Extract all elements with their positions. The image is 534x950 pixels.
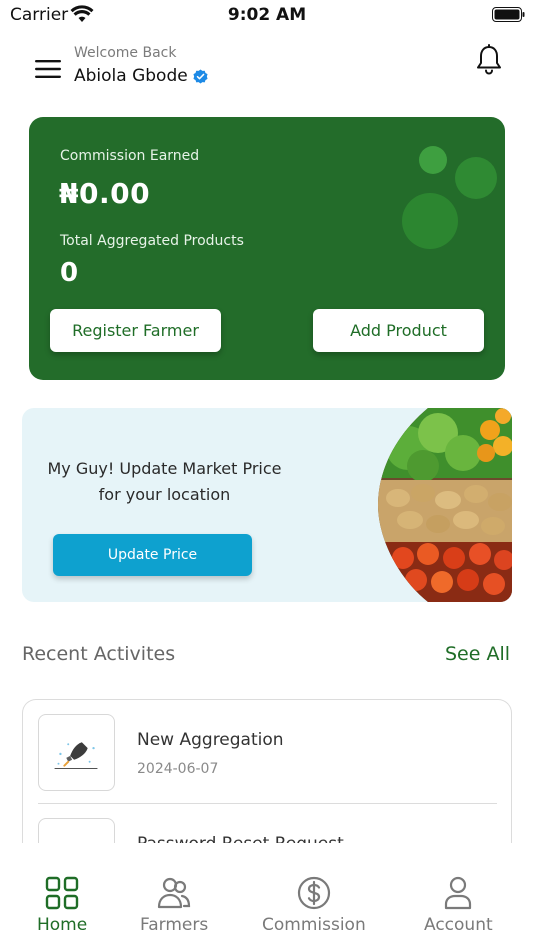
decorative-circle xyxy=(402,193,458,249)
nav-label-account: Account xyxy=(424,915,493,935)
nav-item-farmers[interactable]: Farmers xyxy=(140,875,208,935)
battery-icon xyxy=(492,7,525,22)
add-product-button[interactable]: Add Product xyxy=(313,309,484,352)
update-price-button[interactable]: Update Price xyxy=(53,534,252,576)
list-item[interactable]: New Aggregation 2024-06-07 xyxy=(23,700,511,804)
nav-item-home[interactable]: Home xyxy=(37,875,87,935)
home-grid-icon xyxy=(45,876,79,910)
menu-icon[interactable] xyxy=(34,58,62,80)
rocket-icon xyxy=(39,819,114,844)
nav-label-home: Home xyxy=(37,915,88,935)
activity-date: 2024-06-07 xyxy=(137,761,219,777)
nav-label-commission: Commission xyxy=(262,915,366,935)
bell-icon[interactable] xyxy=(475,44,503,76)
market-price-banner: My Guy! Update Market Price for your loc… xyxy=(22,408,512,602)
activity-title: New Aggregation xyxy=(137,730,284,750)
nav-item-account[interactable]: Account xyxy=(424,875,493,935)
nav-label-farmers: Farmers xyxy=(140,915,209,935)
activity-thumbnail xyxy=(38,714,115,791)
user-name: Abiola Gbode xyxy=(74,66,188,86)
commission-value: ₦0.00 xyxy=(59,177,151,210)
aggregated-products-label: Total Aggregated Products xyxy=(60,233,244,249)
decorative-circle xyxy=(419,146,447,174)
nav-item-commission[interactable]: Commission xyxy=(262,875,366,935)
recent-activities-title: Recent Activites xyxy=(22,643,176,665)
clock: 9:02 AM xyxy=(227,5,307,25)
commission-card: Commission Earned ₦0.00 Total Aggregated… xyxy=(29,117,505,380)
banner-message-line1: My Guy! Update Market Price xyxy=(47,459,282,478)
banner-message-line2: for your location xyxy=(98,485,231,504)
commission-label: Commission Earned xyxy=(60,148,200,164)
account-icon xyxy=(445,876,472,910)
activity-list: New Aggregation 2024-06-07 Password Rese… xyxy=(22,699,512,844)
rocket-icon xyxy=(54,742,98,770)
activity-thumbnail xyxy=(38,818,115,844)
list-item[interactable]: Password Reset Request xyxy=(23,804,511,844)
bottom-nav: Home Farmers Commission Account xyxy=(0,843,534,950)
register-farmer-button[interactable]: Register Farmer xyxy=(50,309,221,352)
see-all-link[interactable]: See All xyxy=(445,643,510,665)
dollar-icon xyxy=(297,876,330,910)
vegetable-market-image xyxy=(378,408,512,602)
welcome-text: Welcome Back xyxy=(74,45,177,61)
status-bar: Carrier 9:02 AM xyxy=(0,0,534,32)
banner-message: My Guy! Update Market Price for your loc… xyxy=(36,456,293,508)
farmers-icon xyxy=(157,877,191,909)
verified-badge-icon xyxy=(193,68,208,84)
decorative-circle xyxy=(455,157,497,199)
user-name-row: Abiola Gbode xyxy=(74,66,208,86)
aggregated-products-value: 0 xyxy=(60,258,79,288)
